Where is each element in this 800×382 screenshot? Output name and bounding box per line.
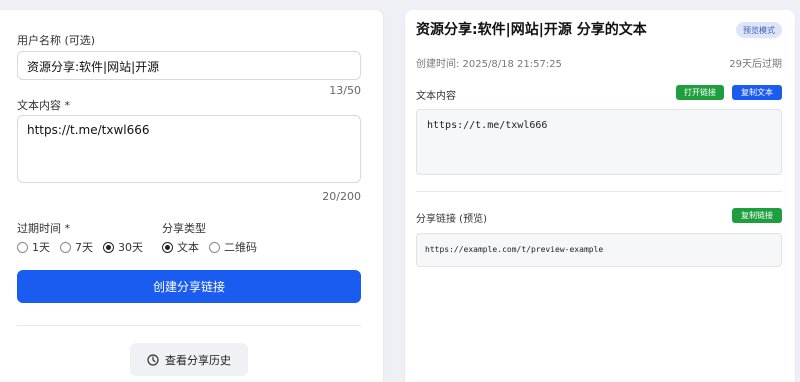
expire-option-7d[interactable]: 7天 bbox=[60, 239, 93, 255]
radio-icon[interactable] bbox=[209, 241, 220, 253]
title-input[interactable]: 资源分享:软件|网站|开源 bbox=[17, 51, 361, 80]
preview-content-label: 文本内容 bbox=[416, 91, 456, 102]
share-preview-panel: 资源分享:软件|网站|开源 分享的文本 预览模式 创建时间: 2025/8/18… bbox=[405, 10, 795, 382]
created-time: 创建时间: 2025/8/18 21:57:25 bbox=[416, 59, 562, 70]
content-counter: 20/200 bbox=[322, 190, 361, 203]
expire-option-1d[interactable]: 1天 bbox=[17, 239, 50, 255]
copy-text-button[interactable]: 复制文本 bbox=[732, 85, 782, 100]
divider bbox=[416, 191, 782, 192]
radio-selected-icon[interactable] bbox=[103, 241, 114, 253]
preview-mode-badge: 预览模式 bbox=[736, 22, 782, 38]
content-textarea[interactable]: https://t.me/txwl666 bbox=[17, 115, 361, 183]
preview-content-box: https://t.me/txwl666 bbox=[416, 109, 782, 175]
history-button-label: 查看分享历史 bbox=[165, 353, 231, 367]
type-label: 分享类型 bbox=[162, 222, 206, 235]
copy-link-button[interactable]: 复制链接 bbox=[732, 208, 782, 223]
radio-icon[interactable] bbox=[60, 241, 71, 253]
share-link-box: https://example.com/t/preview-example bbox=[416, 233, 782, 267]
expire-radio-group: 1天 7天 30天 bbox=[17, 239, 153, 255]
type-radio-group: 文本 二维码 bbox=[162, 239, 267, 255]
title-counter: 13/50 bbox=[329, 84, 361, 97]
expire-option-30d[interactable]: 30天 bbox=[103, 239, 143, 255]
expire-label: 过期时间 * bbox=[17, 222, 70, 235]
type-option-qrcode[interactable]: 二维码 bbox=[209, 239, 257, 255]
clock-icon bbox=[147, 353, 159, 366]
expires-in: 29天后过期 bbox=[729, 59, 782, 70]
radio-selected-icon[interactable] bbox=[162, 241, 173, 253]
content-label: 文本内容 * bbox=[17, 99, 70, 112]
create-share-link-button[interactable]: 创建分享链接 bbox=[17, 270, 361, 303]
divider bbox=[17, 325, 361, 326]
title-label: 用户名称 (可选) bbox=[17, 34, 96, 47]
view-history-button[interactable]: 查看分享历史 bbox=[130, 343, 248, 376]
share-form-panel: 用户名称 (可选) 资源分享:软件|网站|开源 13/50 文本内容 * htt… bbox=[0, 10, 383, 382]
share-link-label: 分享链接 (预览) bbox=[416, 214, 487, 225]
open-link-button[interactable]: 打开链接 bbox=[676, 85, 724, 100]
radio-icon[interactable] bbox=[17, 241, 28, 253]
preview-title: 资源分享:软件|网站|开源 分享的文本 bbox=[416, 22, 647, 38]
type-option-text[interactable]: 文本 bbox=[162, 239, 199, 255]
